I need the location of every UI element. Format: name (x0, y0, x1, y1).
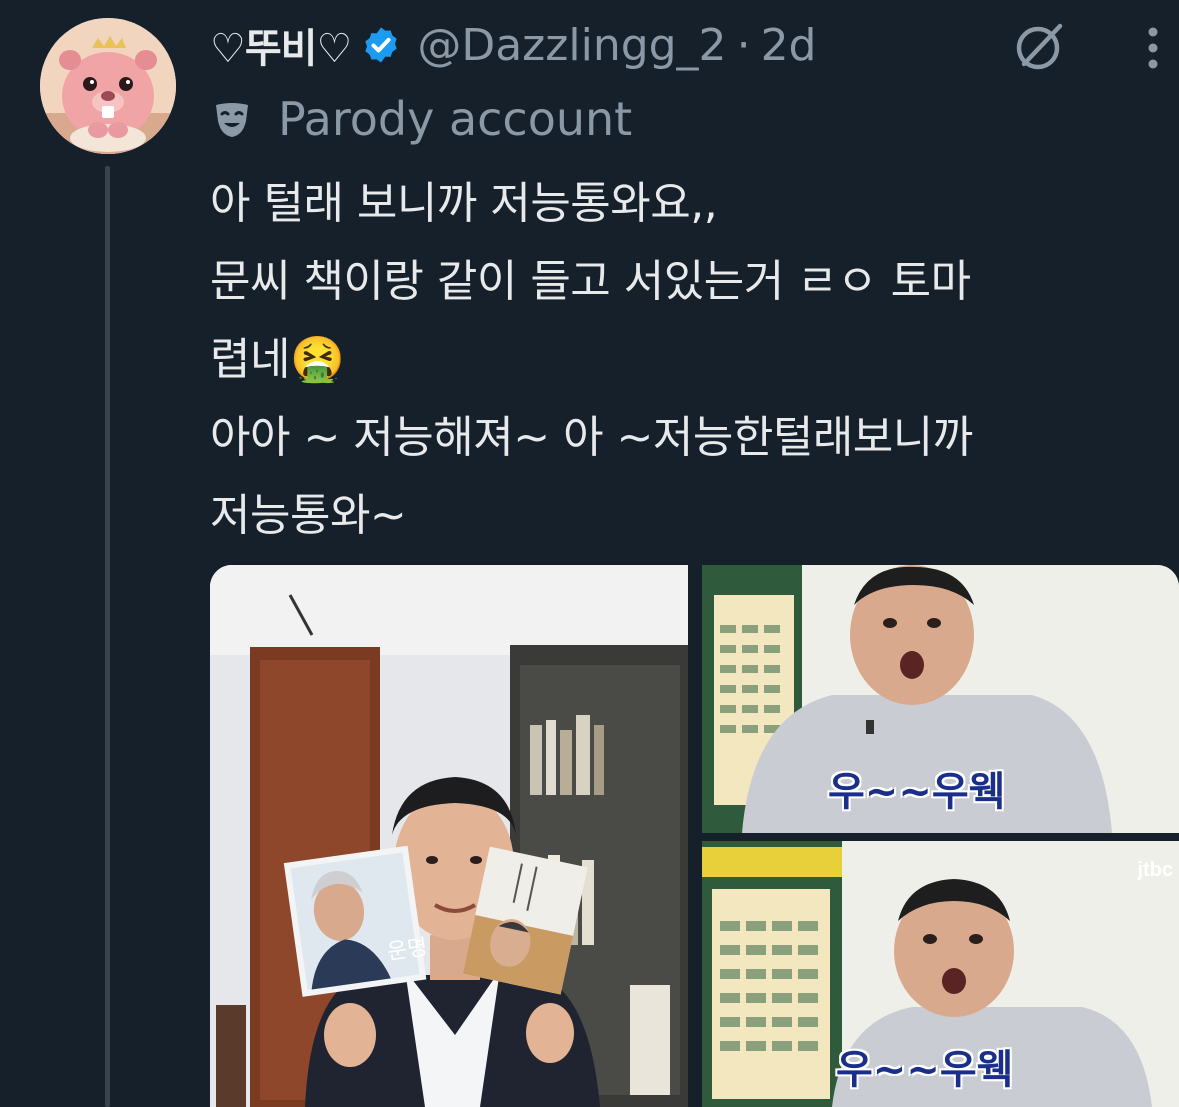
tweet-media[interactable]: 운명 우~~우웩 jtbc 우~~우웩 (210, 565, 1179, 1107)
media-image-left[interactable]: 운명 (210, 565, 688, 1107)
separator-dot: · (736, 19, 751, 71)
caption-right-top: 우~~우웩 (828, 769, 1006, 815)
media-image-right-top[interactable]: 우~~우웩 (702, 565, 1179, 833)
tweet-text: 아 털래 보니까 저능통와요,, 문씨 책이랑 같이 들고 서있는거 ㄹㅇ 토마… (210, 178, 973, 541)
parody-account-label: Parody account (278, 92, 633, 146)
grok-icon[interactable] (1012, 18, 1068, 74)
caption-right-bottom: 우~~우웩 (836, 1047, 1014, 1093)
avatar[interactable] (40, 18, 176, 154)
broadcaster-logo: jtbc (1137, 859, 1173, 881)
timestamp[interactable]: 2d (761, 20, 817, 71)
beaver-avatar-image (40, 18, 176, 154)
more-options-icon[interactable] (1138, 24, 1168, 72)
parody-label-row: Parody account (212, 86, 632, 152)
display-name[interactable]: ♡뚜비♡ (210, 16, 352, 74)
tweet-header: ♡뚜비♡ @Dazzlingg_2 · 2d (210, 10, 817, 80)
thread-line (105, 166, 110, 1107)
theater-mask-icon (212, 99, 252, 139)
media-image-right-bottom[interactable]: jtbc 우~~우웩 (702, 841, 1179, 1107)
user-handle[interactable]: @Dazzlingg_2 (417, 20, 726, 71)
verified-badge-icon (361, 25, 401, 65)
